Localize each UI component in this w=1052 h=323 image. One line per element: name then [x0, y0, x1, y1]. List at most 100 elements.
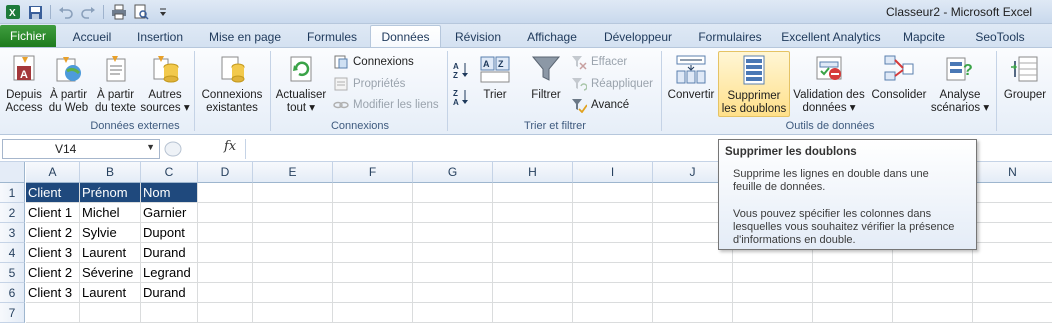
data-validation-button[interactable]: Validation des données ▾	[792, 51, 866, 117]
group-button[interactable]: Grouper	[1000, 51, 1050, 117]
chevron-down-icon[interactable]: ▼	[146, 142, 155, 152]
cell-c5[interactable]: Legrand	[141, 263, 198, 283]
sort-button[interactable]: AZ Trier	[478, 51, 512, 117]
cell-k7[interactable]	[733, 303, 813, 323]
column-header-e[interactable]: E	[253, 162, 333, 183]
undo-icon[interactable]	[57, 3, 75, 21]
cell-m5[interactable]	[893, 263, 973, 283]
cell-g6[interactable]	[413, 283, 493, 303]
cell-n7[interactable]	[973, 303, 1052, 323]
cell-i4[interactable]	[573, 243, 653, 263]
cell-n2[interactable]	[973, 203, 1052, 223]
cell-e6[interactable]	[253, 283, 333, 303]
cell-l7[interactable]	[813, 303, 893, 323]
row-header-5[interactable]: 5	[0, 263, 25, 283]
tab-file[interactable]: Fichier	[0, 25, 56, 47]
cell-n3[interactable]	[973, 223, 1052, 243]
column-header-n[interactable]: N	[973, 162, 1052, 183]
cell-d1[interactable]	[198, 183, 253, 203]
cell-c6[interactable]: Durand	[141, 283, 198, 303]
what-if-analysis-button[interactable]: ? Analyse scénarios ▾	[931, 51, 989, 117]
column-header-d[interactable]: D	[198, 162, 253, 183]
cell-f4[interactable]	[333, 243, 413, 263]
redo-icon[interactable]	[79, 3, 97, 21]
cell-g5[interactable]	[413, 263, 493, 283]
cell-e3[interactable]	[253, 223, 333, 243]
cell-b6[interactable]: Laurent	[80, 283, 141, 303]
cell-k6[interactable]	[733, 283, 813, 303]
tab-formulas[interactable]: Formules	[299, 27, 365, 47]
cell-j5[interactable]	[653, 263, 733, 283]
cell-i7[interactable]	[573, 303, 653, 323]
cell-e2[interactable]	[253, 203, 333, 223]
sort-za-button[interactable]: ZA	[452, 87, 468, 107]
from-text-button[interactable]: À partir du texte	[93, 51, 138, 117]
row-header-4[interactable]: 4	[0, 243, 25, 263]
formula-bar-splitter-icon[interactable]	[163, 140, 183, 158]
tab-excellent-analytics[interactable]: Excellent Analytics	[780, 27, 882, 47]
tab-insert[interactable]: Insertion	[130, 27, 190, 47]
excel-logo-icon[interactable]: X	[4, 3, 22, 21]
row-header-7[interactable]: 7	[0, 303, 25, 323]
column-header-i[interactable]: I	[573, 162, 653, 183]
row-header-2[interactable]: 2	[0, 203, 25, 223]
cell-i1[interactable]	[573, 183, 653, 203]
cell-i3[interactable]	[573, 223, 653, 243]
tab-mapcite[interactable]: Mapcite	[898, 27, 950, 47]
tab-forms[interactable]: Formulaires	[690, 27, 770, 47]
row-header-3[interactable]: 3	[0, 223, 25, 243]
consolidate-button[interactable]: Consolider	[868, 51, 930, 117]
cell-c1[interactable]: Nom	[141, 183, 198, 203]
column-header-g[interactable]: G	[413, 162, 493, 183]
cell-j6[interactable]	[653, 283, 733, 303]
cell-e5[interactable]	[253, 263, 333, 283]
tab-data[interactable]: Données	[370, 25, 441, 48]
column-header-f[interactable]: F	[333, 162, 413, 183]
print-preview-icon[interactable]	[132, 3, 150, 21]
cell-h6[interactable]	[493, 283, 573, 303]
customize-qat-icon[interactable]	[154, 3, 172, 21]
edit-links-button[interactable]: Modifier les liens	[333, 95, 439, 115]
cell-e1[interactable]	[253, 183, 333, 203]
cell-d5[interactable]	[198, 263, 253, 283]
properties-button[interactable]: Propriétés	[333, 74, 405, 94]
tab-review[interactable]: Révision	[449, 27, 507, 47]
from-web-button[interactable]: À partir du Web	[46, 51, 91, 117]
cell-a4[interactable]: Client 3	[26, 243, 80, 263]
cell-f2[interactable]	[333, 203, 413, 223]
insert-function-button[interactable]: fx	[224, 139, 236, 154]
cell-c3[interactable]: Dupont	[141, 223, 198, 243]
column-header-a[interactable]: A	[26, 162, 80, 183]
cell-i5[interactable]	[573, 263, 653, 283]
formula-input[interactable]	[245, 139, 715, 159]
tab-view[interactable]: Affichage	[520, 27, 584, 47]
tab-page-layout[interactable]: Mise en page	[203, 27, 287, 47]
cell-f1[interactable]	[333, 183, 413, 203]
tab-developer[interactable]: Développeur	[598, 27, 678, 47]
cell-b5[interactable]: Séverine	[80, 263, 141, 283]
cell-b4[interactable]: Laurent	[80, 243, 141, 263]
cell-l5[interactable]	[813, 263, 893, 283]
cell-d4[interactable]	[198, 243, 253, 263]
cell-c4[interactable]: Durand	[141, 243, 198, 263]
cell-n4[interactable]	[973, 243, 1052, 263]
tab-seotools[interactable]: SeoTools	[968, 27, 1032, 47]
existing-connections-button[interactable]: Connexions existantes	[198, 51, 266, 117]
connections-button[interactable]: Connexions	[333, 52, 414, 72]
cell-h1[interactable]	[493, 183, 573, 203]
cell-m7[interactable]	[893, 303, 973, 323]
column-header-c[interactable]: C	[141, 162, 198, 183]
cell-d2[interactable]	[198, 203, 253, 223]
refresh-all-button[interactable]: Actualiser tout ▾	[274, 51, 328, 117]
cell-b3[interactable]: Sylvie	[80, 223, 141, 243]
clear-button[interactable]: Effacer	[571, 52, 627, 72]
cell-n5[interactable]	[973, 263, 1052, 283]
cell-j7[interactable]	[653, 303, 733, 323]
from-access-button[interactable]: A Depuis Access	[3, 51, 45, 117]
convert-button[interactable]: Convertir	[666, 51, 716, 117]
cell-a3[interactable]: Client 2	[26, 223, 80, 243]
sort-az-button[interactable]: AZ	[452, 60, 468, 80]
filter-button[interactable]: Filtrer	[526, 51, 566, 117]
remove-duplicates-button[interactable]: Supprimer les doublons	[718, 51, 790, 117]
cell-d3[interactable]	[198, 223, 253, 243]
